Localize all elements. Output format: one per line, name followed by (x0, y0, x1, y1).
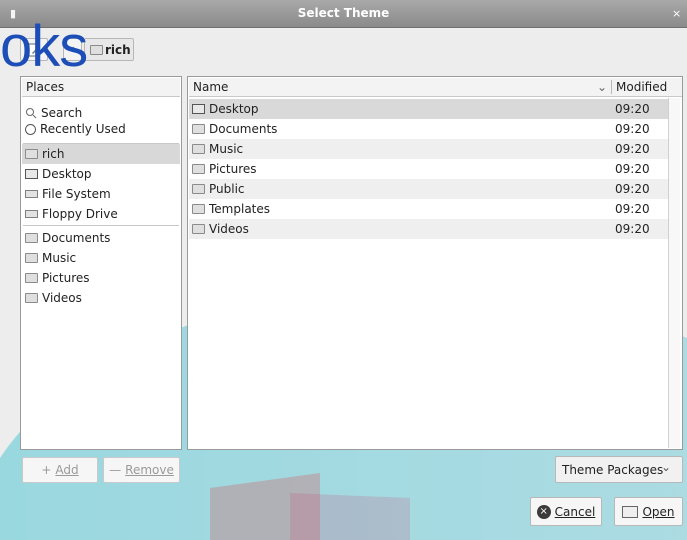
folder-icon (192, 124, 205, 134)
file-row-pictures[interactable]: Pictures 09:20 (189, 159, 669, 179)
file-modified: 09:20 (615, 102, 650, 116)
file-row-documents[interactable]: Documents 09:20 (189, 119, 669, 139)
folder-icon (192, 144, 205, 154)
path-button-rich[interactable]: rich (84, 38, 134, 61)
search-icon (26, 108, 37, 119)
clock-icon (25, 123, 36, 135)
file-list-pane: Name ⌄ Modified Desktop 09:20 Documents … (187, 76, 683, 450)
open-button[interactable]: Open (614, 497, 683, 526)
file-list-header: Name ⌄ Modified (189, 78, 682, 97)
file-row-videos[interactable]: Videos 09:20 (189, 219, 669, 239)
file-modified: 09:20 (615, 202, 650, 216)
theme-packages-label: Theme Packages (562, 462, 664, 477)
places-header-label: Places (26, 80, 65, 94)
places-item-label: Floppy Drive (42, 207, 118, 221)
file-row-templates[interactable]: Templates 09:20 (189, 199, 669, 219)
open-folder-icon (622, 505, 639, 518)
file-row-desktop[interactable]: Desktop 09:20 (189, 99, 669, 119)
open-label: Open (642, 504, 675, 519)
places-item-label: Videos (42, 291, 82, 305)
file-name: Public (209, 182, 245, 196)
desktop-icon (25, 169, 38, 179)
folder-icon (25, 253, 38, 263)
places-item-videos[interactable]: Videos (22, 288, 180, 308)
places-item-label: rich (42, 147, 65, 161)
file-name: Videos (209, 222, 249, 236)
places-header: Places (22, 78, 180, 97)
folder-icon (192, 224, 205, 234)
places-item-rich[interactable]: rich (22, 144, 180, 164)
modified-column-header[interactable]: Modified (616, 80, 667, 94)
name-column-header[interactable]: Name (193, 80, 228, 94)
remove-label: Remove (125, 463, 174, 477)
places-item-file-system[interactable]: File System (22, 184, 180, 204)
path-current-label: rich (105, 43, 131, 57)
drive-icon (25, 190, 38, 198)
column-divider (611, 80, 612, 94)
places-item-label: Documents (42, 231, 111, 245)
home-folder-icon (25, 149, 38, 159)
sort-chevron-down-icon: ⌄ (597, 80, 608, 94)
places-item-documents[interactable]: Documents (22, 228, 180, 248)
file-row-music[interactable]: Music 09:20 (189, 139, 669, 159)
places-pane: Search Recently Used rich Desktop File S… (20, 76, 182, 450)
file-modified: 09:20 (615, 122, 650, 136)
file-modified: 09:20 (615, 222, 650, 236)
places-item-label: Search (41, 106, 83, 120)
places-item-floppy-drive[interactable]: Floppy Drive (22, 204, 180, 224)
add-place-button[interactable]: + Add (22, 457, 98, 483)
places-item-label: Pictures (42, 271, 90, 285)
folder-icon (25, 273, 38, 283)
title-bar: ▮ Select Theme × (0, 0, 687, 28)
chevron-down-icon: ⌄ (661, 460, 672, 474)
remove-place-button[interactable]: — Remove (103, 457, 180, 483)
cancel-button[interactable]: × Cancel (530, 497, 602, 526)
places-item-label: Music (42, 251, 77, 265)
theme-packages-filter-select[interactable]: Theme Packages ⌄ (555, 456, 683, 483)
window-title: Select Theme (297, 6, 390, 20)
folder-icon (25, 233, 38, 243)
vertical-scrollbar[interactable] (668, 98, 680, 448)
dialog-body: ‹ rich Search Recently Used rich Desktop (0, 28, 687, 540)
plus-icon: + (41, 463, 52, 477)
file-modified: 09:20 (615, 182, 650, 196)
file-name: Desktop (209, 102, 259, 116)
floppy-icon (25, 210, 38, 218)
watermark-overlay: oks (0, 14, 88, 79)
file-name: Documents (209, 122, 278, 136)
places-item-pictures[interactable]: Pictures (22, 268, 180, 288)
cancel-label: Cancel (554, 504, 596, 519)
file-name: Music (209, 142, 244, 156)
folder-icon (192, 184, 205, 194)
file-name: Templates (209, 202, 271, 216)
folder-icon (192, 164, 205, 174)
file-modified: 09:20 (615, 142, 650, 156)
places-item-music[interactable]: Music (22, 248, 180, 268)
minus-icon: — (109, 463, 122, 477)
places-item-recently-used[interactable]: Recently Used (22, 119, 180, 139)
folder-icon (192, 204, 205, 214)
close-button[interactable]: × (672, 7, 687, 23)
places-separator (23, 225, 179, 226)
places-item-desktop[interactable]: Desktop (22, 164, 180, 184)
places-item-label: Recently Used (40, 122, 126, 136)
file-row-public[interactable]: Public 09:20 (189, 179, 669, 199)
add-label: Add (55, 463, 79, 477)
places-item-label: File System (42, 187, 111, 201)
desktop-icon (192, 104, 205, 114)
file-modified: 09:20 (615, 162, 650, 176)
home-folder-icon (90, 45, 103, 55)
folder-icon (25, 293, 38, 303)
places-item-label: Desktop (42, 167, 92, 181)
file-name: Pictures (209, 162, 257, 176)
cancel-icon: × (536, 504, 551, 519)
